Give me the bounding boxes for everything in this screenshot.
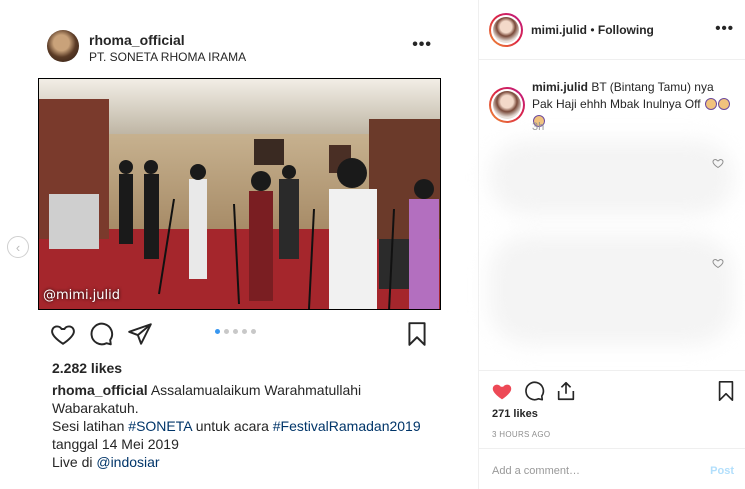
panel-header: mimi.julid • Following ••• (479, 0, 745, 60)
carousel-dot (224, 329, 229, 334)
carousel-dot (242, 329, 247, 334)
share-icon[interactable] (127, 321, 153, 347)
chevron-left-icon[interactable]: ‹ (7, 236, 29, 258)
avatar[interactable] (47, 30, 79, 62)
post-location[interactable]: PT. SONETA RHOMA IRAMA (89, 50, 246, 64)
likes-count[interactable]: 2.282 likes (52, 360, 122, 376)
heart-icon[interactable] (50, 321, 76, 347)
post-photo[interactable]: @mimi.julid (38, 78, 441, 310)
heart-filled-icon[interactable] (491, 380, 513, 402)
heart-icon[interactable] (712, 256, 724, 269)
band-rehearsal-photo (39, 79, 440, 309)
carousel-dot (233, 329, 238, 334)
hashtag-link[interactable]: #FestivalRamadan2019 (273, 418, 421, 434)
comment-icon[interactable] (88, 321, 114, 347)
post-caption: rhoma_official Assalamualaikum Warahmatu… (52, 381, 442, 471)
caption-line3-mid: untuk acara (191, 418, 273, 434)
panel-username[interactable]: mimi.julid (531, 23, 587, 37)
carousel-dot (251, 329, 256, 334)
post-header: rhoma_official PT. SONETA RHOMA IRAMA ••… (47, 30, 442, 66)
likes-count[interactable]: 271 likes (492, 408, 538, 420)
caption-username[interactable]: rhoma_official (52, 382, 148, 398)
separator: • (587, 23, 598, 37)
post-actions (50, 321, 430, 349)
caption-line5-pre: Live di (52, 454, 97, 470)
comment-username[interactable]: mimi.julid (532, 80, 588, 94)
caption-line2: Wabarakatuh. (52, 400, 139, 416)
caption-line4: tanggal 14 Mei 2019 (52, 436, 179, 452)
post-username[interactable]: rhoma_official (89, 32, 185, 48)
panel-actions: 271 likes 3 HOURS AGO (479, 370, 745, 448)
comment-input[interactable]: Add a comment… (492, 465, 580, 477)
panel-header-text: mimi.julid • Following (531, 23, 654, 37)
more-horizontal-icon[interactable]: ••• (715, 20, 734, 37)
emoji-icon (717, 98, 730, 110)
mention-link[interactable]: @indosiar (96, 454, 159, 470)
emoji-icon (704, 98, 717, 110)
blurred-comment (489, 140, 734, 215)
photo-watermark: @mimi.julid (43, 288, 121, 303)
comment-item: mimi.julid BT (Bintang Tamu) nya Pak Haj… (532, 79, 732, 130)
blurred-comment (489, 235, 734, 345)
more-horizontal-icon[interactable]: ••• (412, 36, 432, 54)
comments-list: mimi.julid BT (Bintang Tamu) nya Pak Haj… (479, 60, 745, 370)
post-card: rhoma_official PT. SONETA RHOMA IRAMA ••… (0, 0, 478, 489)
bookmark-icon[interactable] (404, 321, 430, 347)
bookmark-icon[interactable] (715, 380, 737, 402)
carousel-dot (215, 329, 220, 334)
comment-icon[interactable] (523, 380, 545, 402)
avatar[interactable] (489, 87, 525, 123)
post-button[interactable]: Post (710, 465, 734, 477)
add-comment-bar: Add a comment… Post (479, 448, 745, 489)
caption-line3-pre: Sesi latihan (52, 418, 129, 434)
heart-icon[interactable] (712, 156, 724, 169)
post-time: 3 HOURS AGO (492, 430, 551, 439)
avatar[interactable] (489, 13, 523, 47)
comments-panel: mimi.julid • Following ••• mimi.julid BT… (478, 0, 745, 489)
carousel-indicator (215, 329, 256, 334)
hashtag-link[interactable]: #SONETA (128, 418, 192, 434)
caption-line1: Assalamualaikum Warahmatullahi (150, 382, 362, 398)
upload-icon[interactable] (555, 380, 577, 402)
comment-time: 3h (532, 121, 545, 133)
following-button[interactable]: Following (598, 23, 654, 37)
